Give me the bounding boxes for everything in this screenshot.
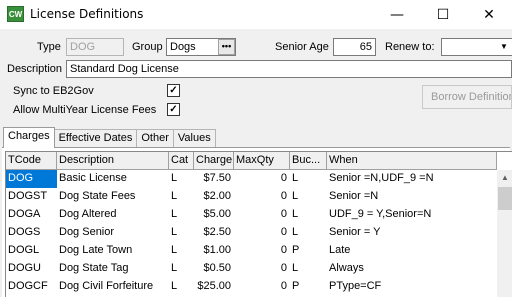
cell-when[interactable]: Always bbox=[327, 260, 497, 278]
charges-grid[interactable]: TCode Description Cat Charge MaxQty Buc.… bbox=[5, 151, 512, 297]
cell-tcode[interactable]: DOGU bbox=[6, 260, 57, 278]
cell-description[interactable]: Dog Altered bbox=[57, 206, 169, 224]
cell-description[interactable]: Dog State Fees bbox=[57, 188, 169, 206]
title-bar: CW License Definitions — ☐ ✕ bbox=[0, 0, 512, 29]
cell-charge[interactable]: $0.50 bbox=[194, 260, 234, 278]
cell-when[interactable]: Senior = Y bbox=[327, 224, 497, 242]
cell-tcode[interactable]: DOGCF bbox=[6, 278, 57, 296]
cell-description[interactable]: Dog State Tag bbox=[57, 260, 169, 278]
cell-charge[interactable]: $7.50 bbox=[194, 170, 234, 188]
cell-bucket[interactable]: L bbox=[290, 260, 327, 278]
multiyear-label: Allow MultiYear License Fees bbox=[13, 104, 157, 116]
cell-maxqty[interactable]: 0 bbox=[234, 242, 290, 260]
cell-bucket[interactable]: L bbox=[290, 170, 327, 188]
multiyear-checkbox[interactable]: ✓ bbox=[167, 103, 180, 116]
tab-effective-dates[interactable]: Effective Dates bbox=[53, 129, 138, 147]
tab-charges[interactable]: Charges bbox=[3, 127, 55, 148]
cell-maxqty[interactable]: 0 bbox=[234, 170, 290, 188]
cell-description[interactable]: Dog Senior bbox=[57, 224, 169, 242]
cell-when[interactable]: Late bbox=[327, 242, 497, 260]
column-header-when[interactable]: When bbox=[327, 152, 497, 170]
senior-age-field[interactable]: 65 bbox=[333, 38, 376, 56]
table-row[interactable]: DOGCF Dog Civil Forfeiture L $25.00 0 P PType=… bbox=[6, 278, 497, 296]
cell-description[interactable]: Dog Late Town bbox=[57, 242, 169, 260]
vertical-scrollbar[interactable]: ▲ bbox=[497, 170, 512, 297]
cell-description[interactable]: Basic License bbox=[57, 170, 169, 188]
cell-bucket[interactable]: L bbox=[290, 188, 327, 206]
cell-maxqty[interactable]: 0 bbox=[234, 206, 290, 224]
cell-tcode[interactable]: DOGS bbox=[6, 224, 57, 242]
borrow-definitions-button[interactable]: Borrow Definitions bbox=[422, 85, 512, 109]
grid-body: DOG Basic License L $7.50 0 L Senior =N,UDF_9 … bbox=[6, 170, 497, 296]
app-logo-icon: CW bbox=[7, 6, 24, 22]
cell-cat[interactable]: L bbox=[169, 260, 194, 278]
cell-charge[interactable]: $1.00 bbox=[194, 242, 234, 260]
column-header-tcode[interactable]: TCode bbox=[6, 152, 57, 170]
cell-cat[interactable]: L bbox=[169, 278, 194, 296]
table-row[interactable]: DOGL Dog Late Town L $1.00 0 P Late bbox=[6, 242, 497, 260]
cell-bucket[interactable]: L bbox=[290, 224, 327, 242]
column-header-maxqty[interactable]: MaxQty bbox=[234, 152, 290, 170]
group-lookup-button[interactable]: ••• bbox=[218, 39, 235, 55]
column-header-charge[interactable]: Charge bbox=[194, 152, 234, 170]
cell-description[interactable]: Dog Civil Forfeiture bbox=[57, 278, 169, 296]
cell-when[interactable]: Senior =N bbox=[327, 188, 497, 206]
scroll-thumb[interactable] bbox=[498, 187, 512, 210]
sync-label: Sync to EB2Gov bbox=[13, 85, 94, 97]
group-label: Group bbox=[132, 41, 163, 53]
cell-maxqty[interactable]: 0 bbox=[234, 224, 290, 242]
column-header-description[interactable]: Description bbox=[57, 152, 169, 170]
cell-tcode[interactable]: DOG bbox=[6, 170, 57, 188]
cell-tcode[interactable]: DOGL bbox=[6, 242, 57, 260]
cell-tcode[interactable]: DOGST bbox=[6, 188, 57, 206]
sync-checkbox[interactable]: ✓ bbox=[167, 84, 180, 97]
cell-cat[interactable]: L bbox=[169, 242, 194, 260]
cell-maxqty[interactable]: 0 bbox=[234, 278, 290, 296]
cell-bucket[interactable]: L bbox=[290, 206, 327, 224]
description-label: Description bbox=[7, 63, 63, 75]
table-row[interactable]: DOGST Dog State Fees L $2.00 0 L Senior =N bbox=[6, 188, 497, 206]
description-field[interactable]: Standard Dog License bbox=[66, 60, 512, 78]
close-button[interactable]: ✕ bbox=[466, 0, 512, 29]
column-header-bucket[interactable]: Buc... bbox=[290, 152, 327, 170]
type-label: Type bbox=[37, 41, 61, 53]
cell-charge[interactable]: $2.00 bbox=[194, 188, 234, 206]
table-row[interactable]: DOGS Dog Senior L $2.50 0 L Senior = Y bbox=[6, 224, 497, 242]
cell-charge[interactable]: $25.00 bbox=[194, 278, 234, 296]
cell-charge[interactable]: $5.00 bbox=[194, 206, 234, 224]
tab-strip: Charges Effective Dates Other Values bbox=[3, 127, 216, 148]
cell-when[interactable]: Senior =N,UDF_9 =N bbox=[327, 170, 497, 188]
grid-header: TCode Description Cat Charge MaxQty Buc.… bbox=[6, 152, 497, 170]
tab-values[interactable]: Values bbox=[172, 129, 216, 147]
cell-cat[interactable]: L bbox=[169, 188, 194, 206]
table-row[interactable]: DOGA Dog Altered L $5.00 0 L UDF_9 = Y,Senior=… bbox=[6, 206, 497, 224]
type-field: DOG bbox=[66, 38, 124, 56]
scroll-up-icon[interactable]: ▲ bbox=[497, 170, 512, 186]
column-header-cat[interactable]: Cat bbox=[169, 152, 194, 170]
cell-charge[interactable]: $2.50 bbox=[194, 224, 234, 242]
renew-to-label: Renew to: bbox=[385, 41, 435, 53]
chevron-down-icon[interactable]: ▼ bbox=[496, 39, 512, 55]
senior-age-label: Senior Age bbox=[275, 41, 329, 53]
cell-cat[interactable]: L bbox=[169, 206, 194, 224]
table-row[interactable]: DOGU Dog State Tag L $0.50 0 L Always bbox=[6, 260, 497, 278]
cell-when[interactable]: UDF_9 = Y,Senior=N bbox=[327, 206, 497, 224]
cell-tcode[interactable]: DOGA bbox=[6, 206, 57, 224]
cell-cat[interactable]: L bbox=[169, 224, 194, 242]
cell-cat[interactable]: L bbox=[169, 170, 194, 188]
table-row[interactable]: DOG Basic License L $7.50 0 L Senior =N,UDF_9 … bbox=[6, 170, 497, 188]
tab-other[interactable]: Other bbox=[136, 129, 174, 147]
cell-bucket[interactable]: P bbox=[290, 278, 327, 296]
cell-maxqty[interactable]: 0 bbox=[234, 188, 290, 206]
cell-when[interactable]: PType=CF bbox=[327, 278, 497, 296]
window-title: License Definitions bbox=[30, 7, 144, 21]
minimize-button[interactable]: — bbox=[374, 0, 420, 29]
cell-bucket[interactable]: P bbox=[290, 242, 327, 260]
maximize-button[interactable]: ☐ bbox=[420, 0, 466, 29]
cell-maxqty[interactable]: 0 bbox=[234, 260, 290, 278]
